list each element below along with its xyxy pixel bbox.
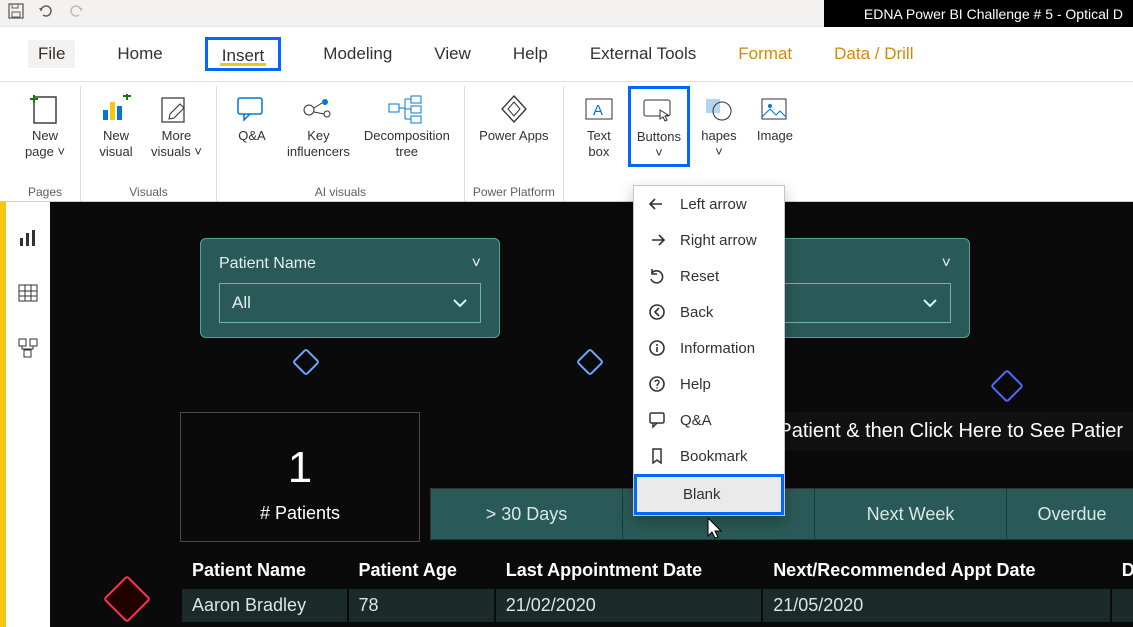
tab-data-drill[interactable]: Data / Drill bbox=[834, 44, 913, 64]
back-icon bbox=[648, 303, 666, 321]
reset-icon bbox=[648, 267, 666, 285]
page-icon bbox=[28, 90, 62, 128]
speech-icon bbox=[236, 90, 268, 128]
filter-next-week[interactable]: Next Week bbox=[815, 489, 1007, 539]
help-icon bbox=[648, 375, 666, 393]
qa-icon bbox=[648, 411, 666, 429]
report-view-icon[interactable] bbox=[18, 228, 38, 253]
window-title: EDNA Power BI Challenge # 5 - Optical D bbox=[824, 0, 1133, 27]
group-visuals-label: Visuals bbox=[129, 181, 167, 201]
undo-icon[interactable] bbox=[38, 3, 54, 24]
qa-button[interactable]: Q&A bbox=[225, 86, 279, 161]
patients-card[interactable]: 1 # Patients bbox=[180, 412, 420, 542]
new-visual-button[interactable]: New visual bbox=[89, 86, 143, 161]
dd-blank[interactable]: Blank bbox=[637, 477, 781, 512]
dd-help[interactable]: Help bbox=[634, 366, 784, 402]
patient-name-slicer[interactable]: Patient Name ˅ All bbox=[200, 238, 500, 338]
patients-caption: # Patients bbox=[181, 503, 419, 524]
filter-overdue[interactable]: Overdue bbox=[1007, 489, 1133, 539]
ribbon-tabs: File Home Insert Modeling View Help Exte… bbox=[0, 27, 1133, 82]
data-view-icon[interactable] bbox=[18, 283, 38, 308]
info-icon bbox=[648, 339, 666, 357]
group-power-platform-label: Power Platform bbox=[473, 181, 555, 201]
dd-reset[interactable]: Reset bbox=[634, 258, 784, 294]
more-visuals-button[interactable]: More visuals ˅ bbox=[145, 86, 208, 161]
bookmark-icon bbox=[648, 447, 666, 465]
dd-left-arrow[interactable]: Left arrow bbox=[634, 186, 784, 222]
mouse-cursor-icon bbox=[706, 516, 726, 540]
tab-file[interactable]: File bbox=[28, 40, 75, 68]
model-view-icon[interactable] bbox=[18, 338, 38, 363]
chevron-down-icon bbox=[922, 295, 938, 311]
textbox-icon: A bbox=[584, 90, 614, 128]
filter-30days[interactable]: > 30 Days bbox=[431, 489, 623, 539]
ribbon: New page ˅ Pages New visual More visuals… bbox=[0, 82, 1133, 202]
new-page-button[interactable]: New page ˅ bbox=[18, 86, 72, 161]
tab-help[interactable]: Help bbox=[513, 44, 548, 64]
shapes-icon bbox=[704, 90, 734, 128]
nodes-icon bbox=[301, 90, 335, 128]
table-header-row: Patient Name Patient Age Last Appointmen… bbox=[182, 554, 1133, 587]
pencil-page-icon bbox=[160, 90, 192, 128]
group-ai-visuals-label: AI visuals bbox=[315, 181, 366, 201]
buttons-dropdown: Left arrow Right arrow Reset Back Inform… bbox=[633, 185, 785, 516]
image-button[interactable]: Image bbox=[748, 86, 802, 167]
left-arrow-icon bbox=[648, 195, 666, 213]
button-cursor-icon bbox=[642, 91, 676, 129]
dd-information[interactable]: Information bbox=[634, 330, 784, 366]
text-box-button[interactable]: A Text box bbox=[572, 86, 626, 167]
group-pages-label: Pages bbox=[28, 181, 62, 201]
view-rail bbox=[0, 202, 50, 627]
table-row[interactable]: Aaron Bradley 78 21/02/2020 21/05/2020 bbox=[182, 589, 1133, 622]
slicer-select[interactable]: All bbox=[219, 283, 481, 323]
redo-icon[interactable] bbox=[68, 3, 84, 24]
image-icon bbox=[760, 90, 790, 128]
chevron-down-icon bbox=[452, 295, 468, 311]
chart-icon bbox=[99, 90, 133, 128]
dd-qa[interactable]: Q&A bbox=[634, 402, 784, 438]
tab-home[interactable]: Home bbox=[117, 44, 162, 64]
dd-back[interactable]: Back bbox=[634, 294, 784, 330]
report-canvas[interactable]: Patient Name ˅ All p ˅ 1 # Patients > 30… bbox=[50, 202, 1133, 627]
power-apps-button[interactable]: Power Apps bbox=[473, 86, 554, 144]
right-arrow-icon bbox=[648, 231, 666, 249]
patients-count: 1 bbox=[181, 443, 419, 493]
tab-modeling[interactable]: Modeling bbox=[323, 44, 392, 64]
svg-text:A: A bbox=[593, 102, 603, 119]
tab-format[interactable]: Format bbox=[738, 44, 792, 64]
dd-bookmark[interactable]: Bookmark bbox=[634, 438, 784, 474]
power-apps-icon bbox=[497, 90, 531, 128]
patients-table[interactable]: Patient Name Patient Age Last Appointmen… bbox=[180, 552, 1133, 624]
dd-right-arrow[interactable]: Right arrow bbox=[634, 222, 784, 258]
decomposition-tree-button[interactable]: Decomposition tree bbox=[358, 86, 456, 161]
shapes-button[interactable]: hapes ˅ bbox=[692, 86, 746, 167]
tab-external-tools[interactable]: External Tools bbox=[590, 44, 696, 64]
select-patient-banner[interactable]: ect Patient & then Click Here to See Pat… bbox=[736, 412, 1133, 451]
tab-view[interactable]: View bbox=[434, 44, 471, 64]
buttons-button[interactable]: Buttons ˅ bbox=[628, 86, 690, 167]
save-icon[interactable] bbox=[8, 3, 24, 24]
tree-icon bbox=[387, 90, 427, 128]
slicer-label: Patient Name ˅ bbox=[219, 255, 481, 273]
key-influencers-button[interactable]: Key influencers bbox=[281, 86, 356, 161]
tab-insert[interactable]: Insert bbox=[205, 37, 282, 71]
